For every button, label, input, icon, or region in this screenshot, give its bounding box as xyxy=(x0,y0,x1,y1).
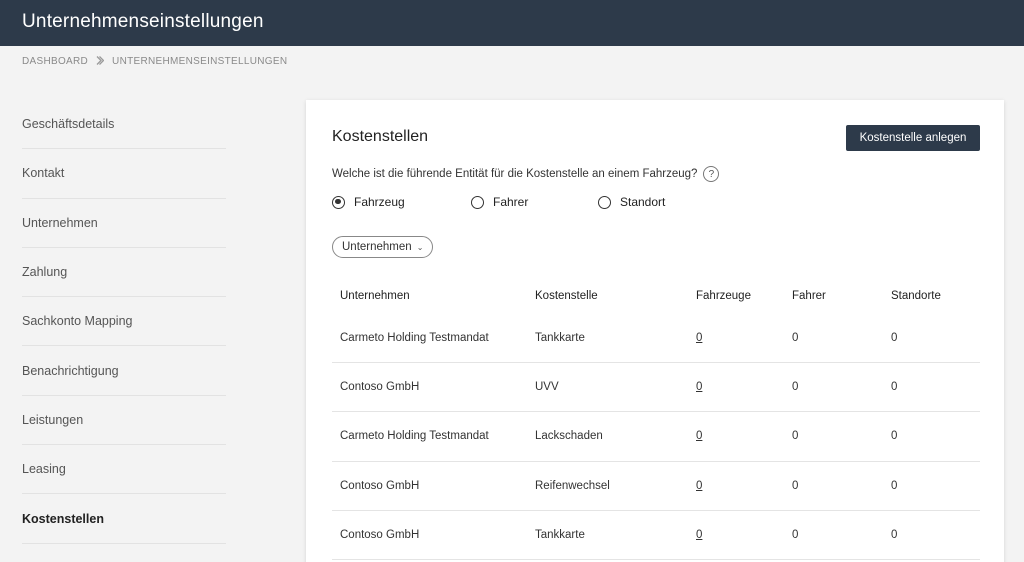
cell-kostenstelle: Tankkarte xyxy=(535,332,585,345)
filter-label: Unternehmen xyxy=(342,241,412,253)
radio-label: Fahrzeug xyxy=(354,195,405,209)
radio-label: Fahrer xyxy=(493,195,529,209)
sidebar-item-geschaeftsdetails[interactable]: Geschäftsdetails xyxy=(22,100,226,150)
radio-unchecked-icon xyxy=(471,195,484,209)
radio-unchecked-icon xyxy=(598,195,611,209)
cell-kostenstelle: Reifenwechsel xyxy=(535,479,610,492)
help-icon[interactable]: ? xyxy=(703,166,720,182)
cell-fahrer: 0 xyxy=(792,332,799,345)
sidebar-item-sachkonto-mapping[interactable]: Sachkonto Mapping xyxy=(22,297,226,347)
radio-checked-icon xyxy=(332,195,345,209)
radio-label: Standort xyxy=(620,195,666,209)
question-text: Welche ist die führende Entität für die … xyxy=(332,168,698,180)
column-header-fahrzeuge[interactable]: Fahrzeuge xyxy=(696,290,751,302)
cost-center-table: Unternehmen Kostenstelle Fahrzeuge Fahre… xyxy=(332,278,980,560)
radio-standort[interactable]: Standort xyxy=(598,195,665,209)
cell-fahrer: 0 xyxy=(792,381,799,394)
sidebar-item-unternehmen[interactable]: Unternehmen xyxy=(22,199,226,248)
column-header-kostenstelle[interactable]: Kostenstelle xyxy=(535,290,598,302)
cell-standorte: 0 xyxy=(891,479,898,492)
column-header-unternehmen[interactable]: Unternehmen xyxy=(340,290,410,302)
cell-standorte: 0 xyxy=(891,332,898,345)
cell-fahrzeuge-link[interactable]: 0 xyxy=(696,332,702,344)
cell-kostenstelle: Lackschaden xyxy=(535,430,603,443)
cell-standorte: 0 xyxy=(891,381,898,394)
table-row[interactable]: Contoso GmbH Reifenwechsel 0 0 0 xyxy=(332,462,980,511)
radio-fahrzeug[interactable]: Fahrzeug xyxy=(332,195,405,209)
chevron-down-icon: ⌄ xyxy=(416,242,424,252)
lead-entity-question: Welche ist die führende Entität für die … xyxy=(332,166,720,182)
unternehmen-filter[interactable]: Unternehmen ⌄ xyxy=(332,236,434,258)
radio-fahrer[interactable]: Fahrer xyxy=(471,195,528,209)
table-row[interactable]: Contoso GmbH UVV 0 0 0 xyxy=(332,363,980,413)
cell-unternehmen: Carmeto Holding Testmandat xyxy=(340,430,489,443)
sidebar-item-leasing[interactable]: Leasing xyxy=(22,445,226,495)
table-row[interactable]: Carmeto Holding Testmandat Tankkarte 0 0… xyxy=(332,314,980,364)
cell-kostenstelle: Tankkarte xyxy=(535,528,585,541)
sidebar-item-benachrichtigung[interactable]: Benachrichtigung xyxy=(22,346,226,396)
top-bar: Unternehmenseinstellungen xyxy=(0,0,1024,46)
cell-unternehmen: Carmeto Holding Testmandat xyxy=(340,332,489,345)
cell-fahrzeuge-link[interactable]: 0 xyxy=(696,430,702,442)
cell-fahrzeuge-link[interactable]: 0 xyxy=(696,480,702,492)
chevron-right-icon xyxy=(96,56,105,67)
breadcrumb: DASHBOARD UNTERNEHMENSEINSTELLUNGEN xyxy=(22,56,287,67)
cell-fahrer: 0 xyxy=(792,479,799,492)
table-header: Unternehmen Kostenstelle Fahrzeuge Fahre… xyxy=(332,278,980,314)
sidebar-item-zahlung[interactable]: Zahlung xyxy=(22,248,226,298)
table-row[interactable]: Carmeto Holding Testmandat Lackschaden 0… xyxy=(332,412,980,462)
cell-unternehmen: Contoso GmbH xyxy=(340,381,420,394)
kostenstellen-card: Kostenstellen Kostenstelle anlegen Welch… xyxy=(306,100,1004,562)
cell-fahrer: 0 xyxy=(792,528,799,541)
card-title: Kostenstellen xyxy=(332,128,429,145)
cell-kostenstelle: UVV xyxy=(535,381,559,394)
column-header-standorte[interactable]: Standorte xyxy=(891,290,941,302)
create-cost-center-button[interactable]: Kostenstelle anlegen xyxy=(846,125,980,151)
cell-fahrer: 0 xyxy=(792,430,799,443)
column-header-fahrer[interactable]: Fahrer xyxy=(792,290,826,302)
sidebar-item-kostenstellen[interactable]: Kostenstellen xyxy=(22,494,226,544)
cell-fahrzeuge-link[interactable]: 0 xyxy=(696,381,702,393)
table-row[interactable]: Contoso GmbH Tankkarte 0 0 0 xyxy=(332,511,980,560)
cell-unternehmen: Contoso GmbH xyxy=(340,528,420,541)
breadcrumb-current: UNTERNEHMENSEINSTELLUNGEN xyxy=(112,56,288,67)
sidebar-item-kontakt[interactable]: Kontakt xyxy=(22,149,226,199)
cell-fahrzeuge-link[interactable]: 0 xyxy=(696,529,702,541)
sidebar: Geschäftsdetails Kontakt Unternehmen Zah… xyxy=(22,100,226,544)
lead-entity-radio-group: Fahrzeug Fahrer Standort xyxy=(332,195,732,211)
cell-standorte: 0 xyxy=(891,430,898,443)
cell-unternehmen: Contoso GmbH xyxy=(340,479,420,492)
breadcrumb-dashboard[interactable]: DASHBOARD xyxy=(22,56,88,67)
cell-standorte: 0 xyxy=(891,528,898,541)
page-title: Unternehmenseinstellungen xyxy=(22,11,264,32)
sidebar-item-leistungen[interactable]: Leistungen xyxy=(22,396,226,446)
